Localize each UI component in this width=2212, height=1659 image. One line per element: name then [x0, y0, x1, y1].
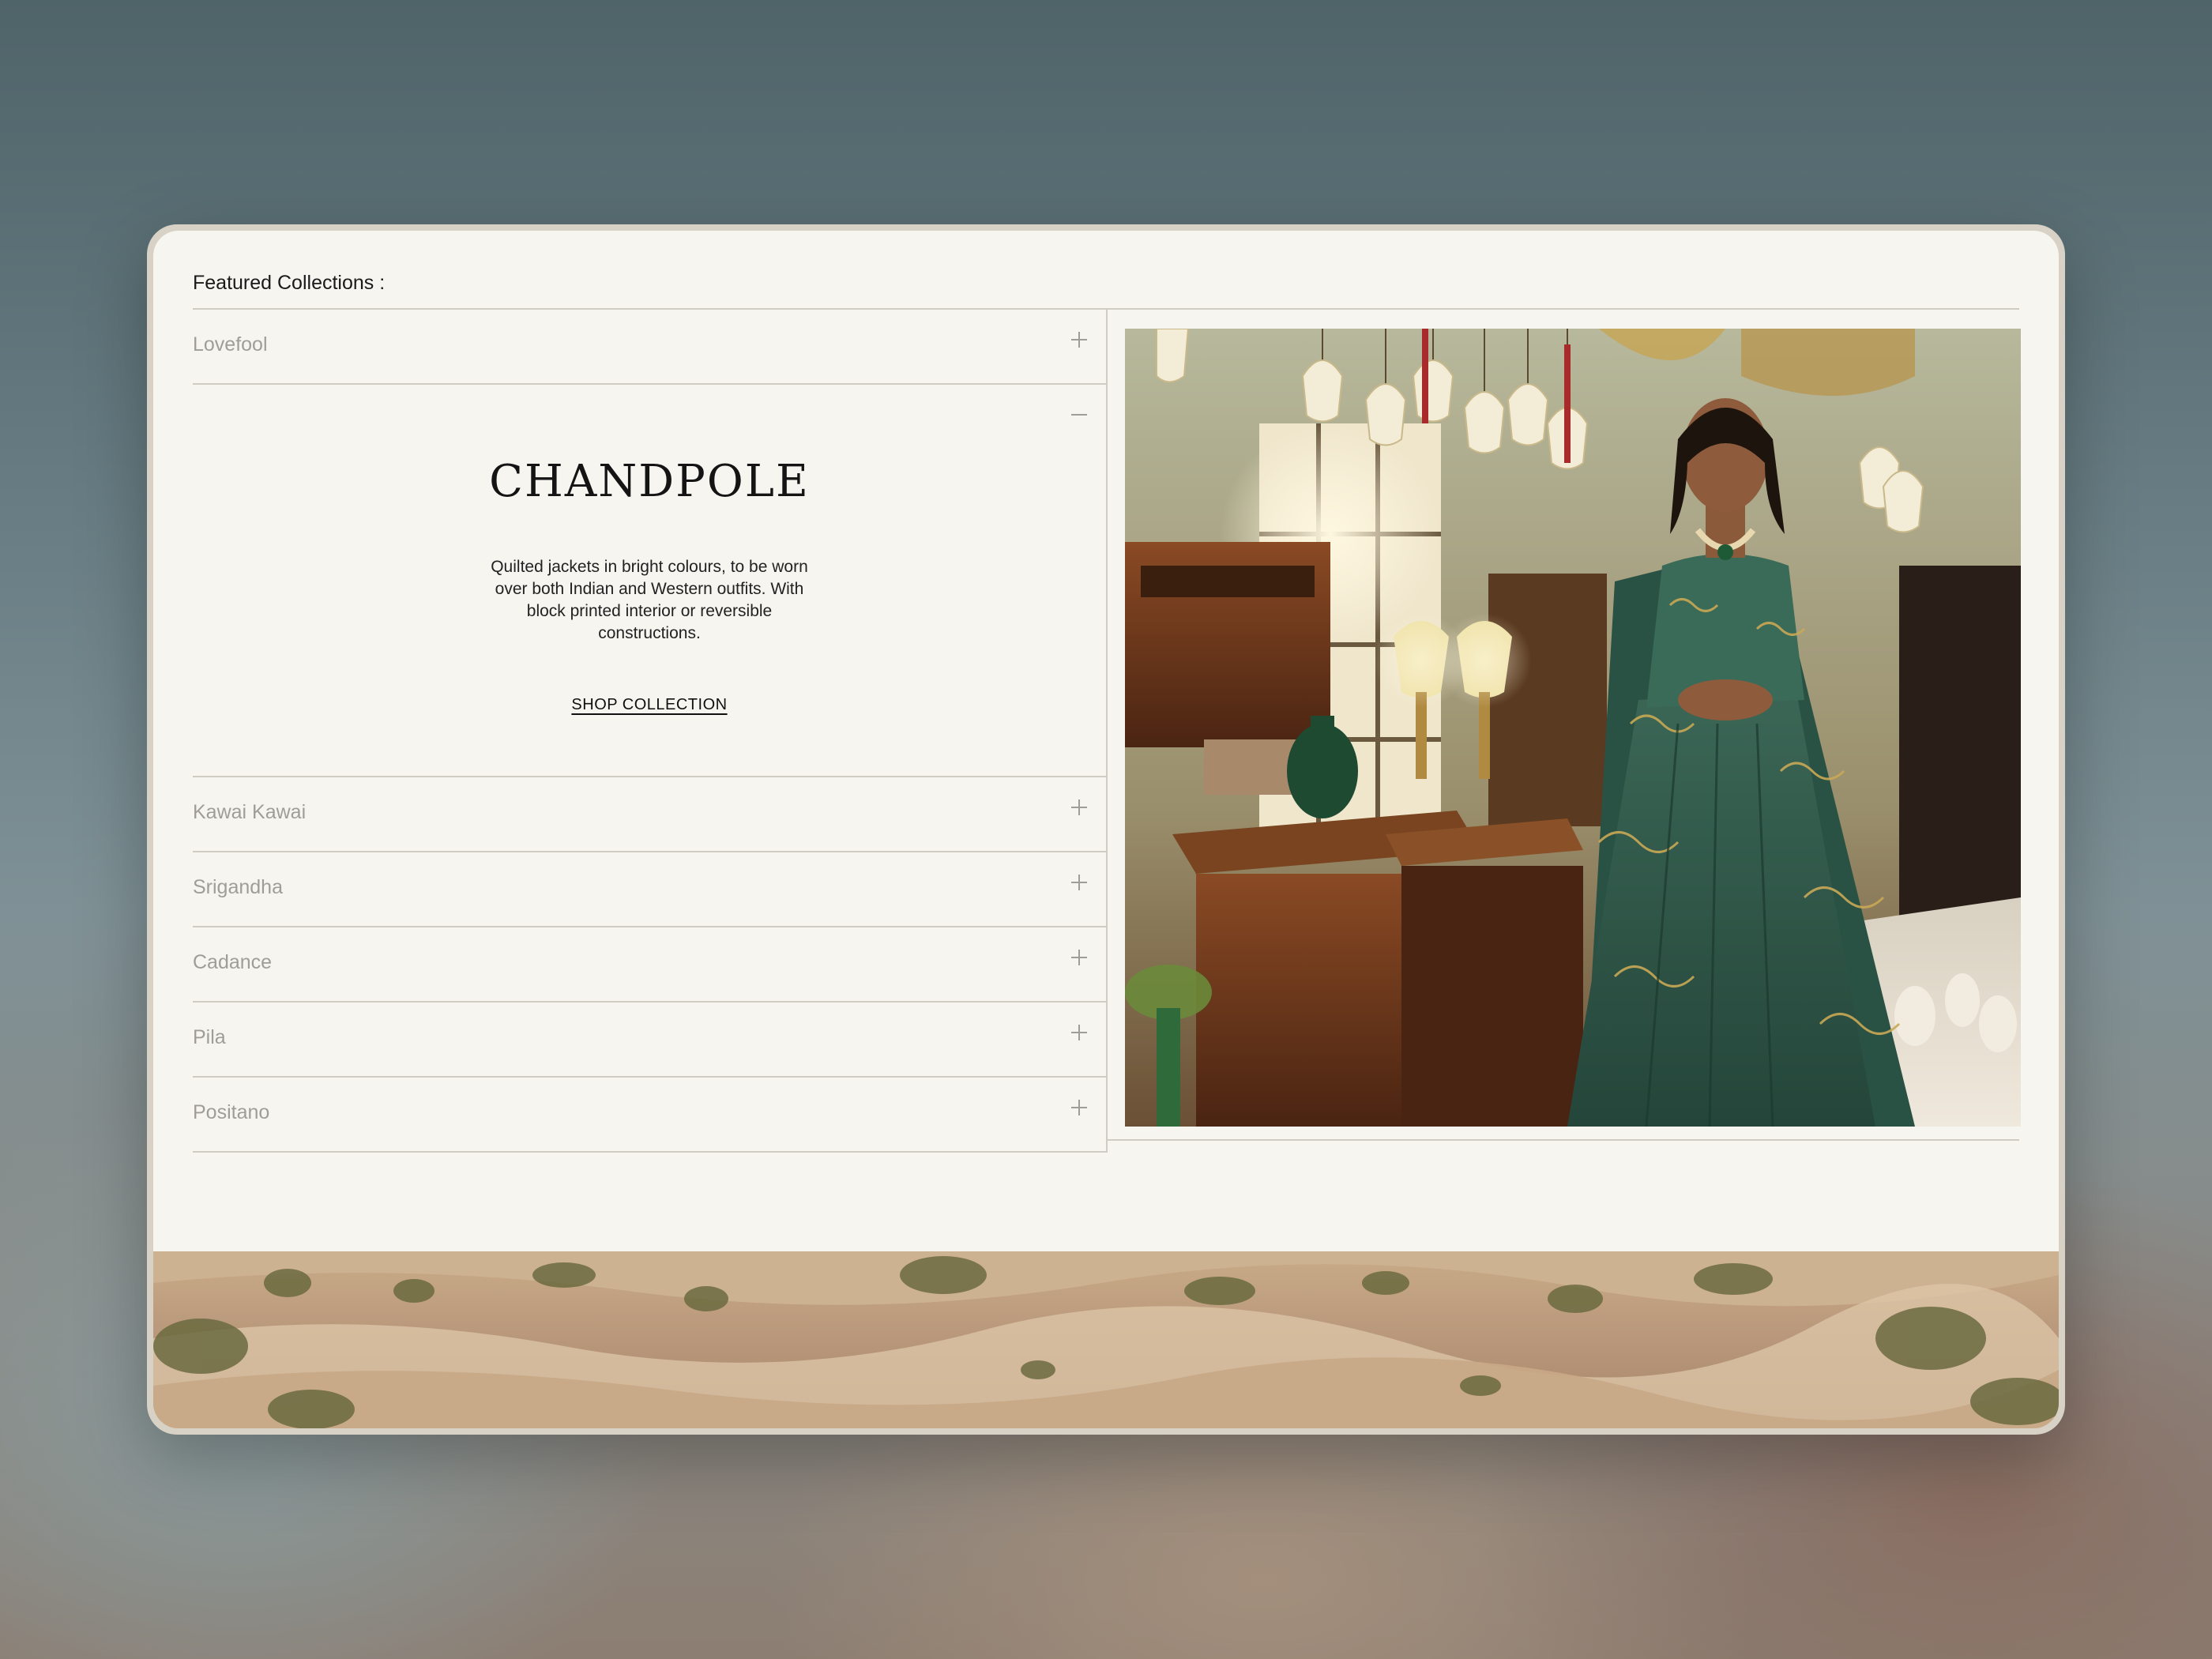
accordion-item-chandpole-expanded: CHANDPOLE Quilted jackets in bright colo… — [193, 385, 1106, 777]
section-title: Featured Collections : — [193, 272, 386, 294]
browser-window: Featured Collections : Lovefool CHANDPOL… — [147, 224, 2065, 1435]
accordion-item-label: Cadance — [193, 951, 273, 973]
collection-title: CHANDPOLE — [489, 456, 810, 507]
accordion-item-lovefool[interactable]: Lovefool — [193, 310, 1106, 385]
plus-icon[interactable] — [1068, 1097, 1090, 1119]
desert-banner-image — [153, 1251, 2059, 1428]
accordion-item-kawai-kawai[interactable]: Kawai Kawai — [193, 777, 1106, 852]
accordion-item-positano[interactable]: Positano — [193, 1078, 1106, 1153]
accordion-item-label: Pila — [193, 1026, 226, 1048]
plus-icon[interactable] — [1068, 1021, 1090, 1044]
minus-icon[interactable] — [1068, 404, 1090, 426]
plus-icon[interactable] — [1068, 329, 1090, 351]
desert-illustration — [153, 1251, 2059, 1428]
divider — [1108, 1139, 2019, 1141]
plus-icon[interactable] — [1068, 946, 1090, 969]
accordion-item-pila[interactable]: Pila — [193, 1003, 1106, 1078]
hero-illustration — [1125, 329, 2021, 1127]
accordion-item-label: Kawai Kawai — [193, 801, 307, 823]
collection-description: Quilted jackets in bright colours, to be… — [491, 558, 808, 642]
collection-hero-image — [1125, 329, 2021, 1127]
accordion-item-label: Positano — [193, 1101, 270, 1123]
plus-icon[interactable] — [1068, 871, 1090, 893]
accordion-item-srigandha[interactable]: Srigandha — [193, 852, 1106, 927]
accordion-item-cadance[interactable]: Cadance — [193, 927, 1106, 1003]
collections-accordion: Lovefool CHANDPOLE Quilted jackets in br… — [193, 310, 1108, 1153]
featured-collections-panel: Featured Collections : Lovefool CHANDPOL… — [153, 231, 2059, 1428]
accordion-item-label: Lovefool — [193, 333, 268, 356]
accordion-item-label: Srigandha — [193, 876, 283, 898]
collection-details: CHANDPOLE Quilted jackets in bright colo… — [193, 456, 1106, 714]
plus-icon[interactable] — [1068, 796, 1090, 818]
shop-collection-link[interactable]: SHOP COLLECTION — [571, 696, 727, 714]
